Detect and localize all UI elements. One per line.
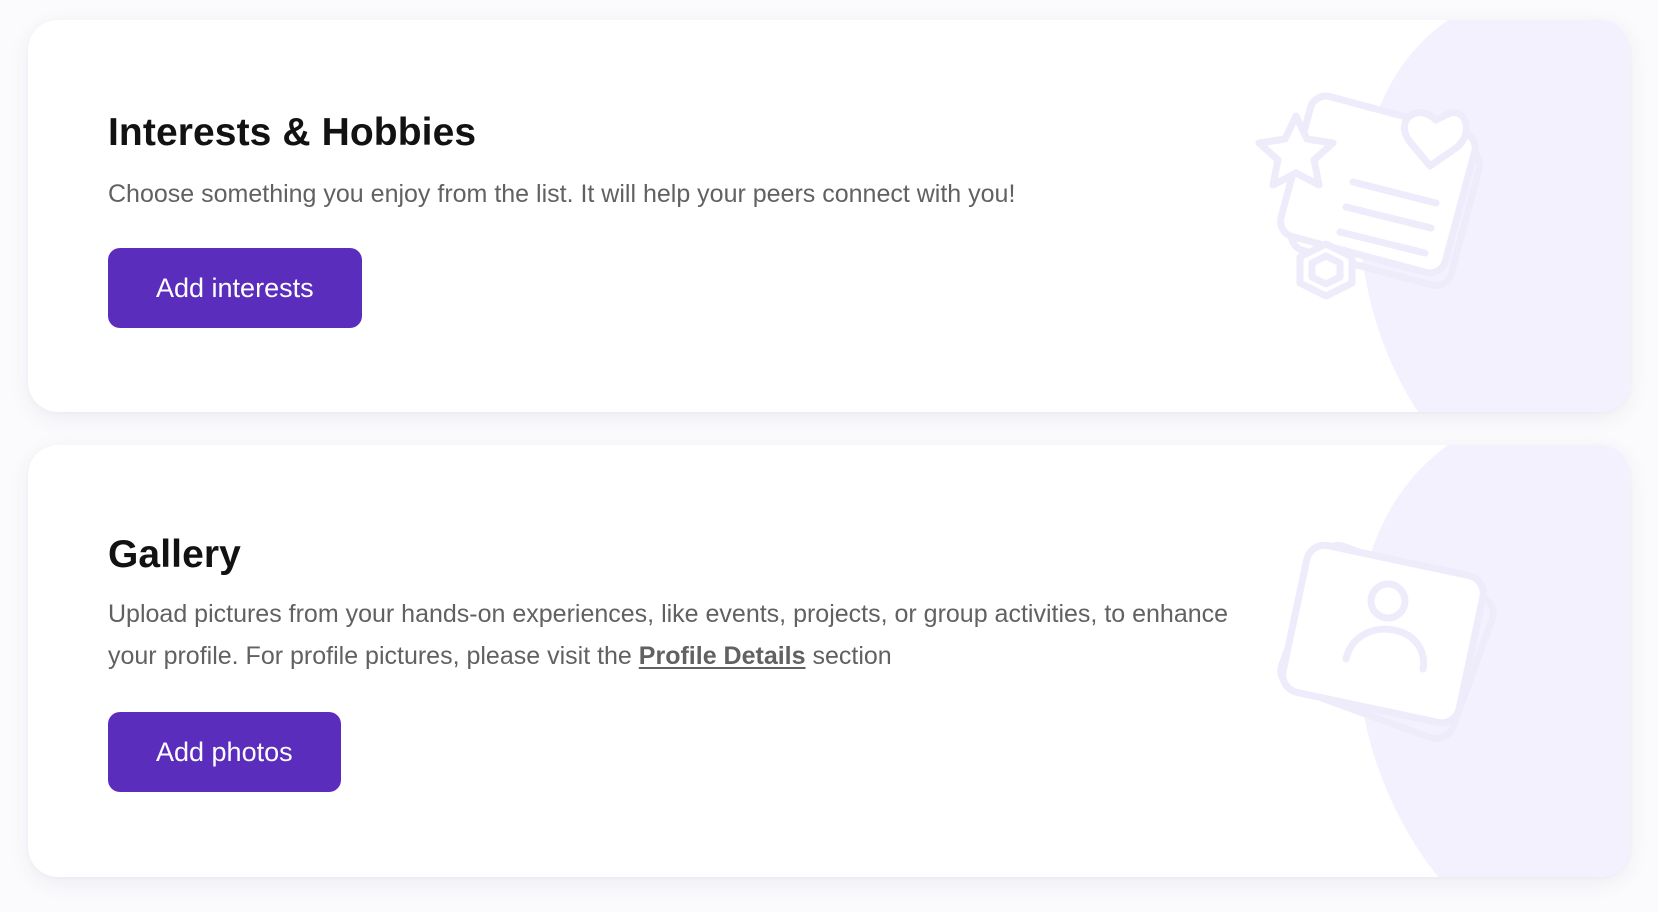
interests-content: Interests & Hobbies Choose something you… — [108, 108, 1230, 328]
add-photos-button[interactable]: Add photos — [108, 712, 341, 792]
profile-details-link[interactable]: Profile Details — [639, 642, 806, 670]
decoration-blob — [1356, 445, 1630, 877]
gallery-description: Upload pictures from your hands-on exper… — [108, 593, 1230, 677]
gallery-content: Gallery Upload pictures from your hands-… — [108, 530, 1230, 792]
photo-cards-icon — [1277, 541, 1497, 743]
add-interests-button[interactable]: Add interests — [108, 248, 362, 328]
interests-description: Choose something you enjoy from the list… — [108, 180, 1016, 208]
gallery-title: Gallery — [108, 533, 241, 576]
interests-card: Interests & Hobbies Choose something you… — [28, 20, 1630, 412]
decoration-blob — [1359, 20, 1630, 412]
interests-cards-icon — [1255, 92, 1484, 300]
gallery-description-suffix: section — [805, 642, 892, 670]
gallery-card: Gallery Upload pictures from your hands-… — [28, 445, 1630, 877]
interests-title: Interests & Hobbies — [108, 111, 477, 154]
